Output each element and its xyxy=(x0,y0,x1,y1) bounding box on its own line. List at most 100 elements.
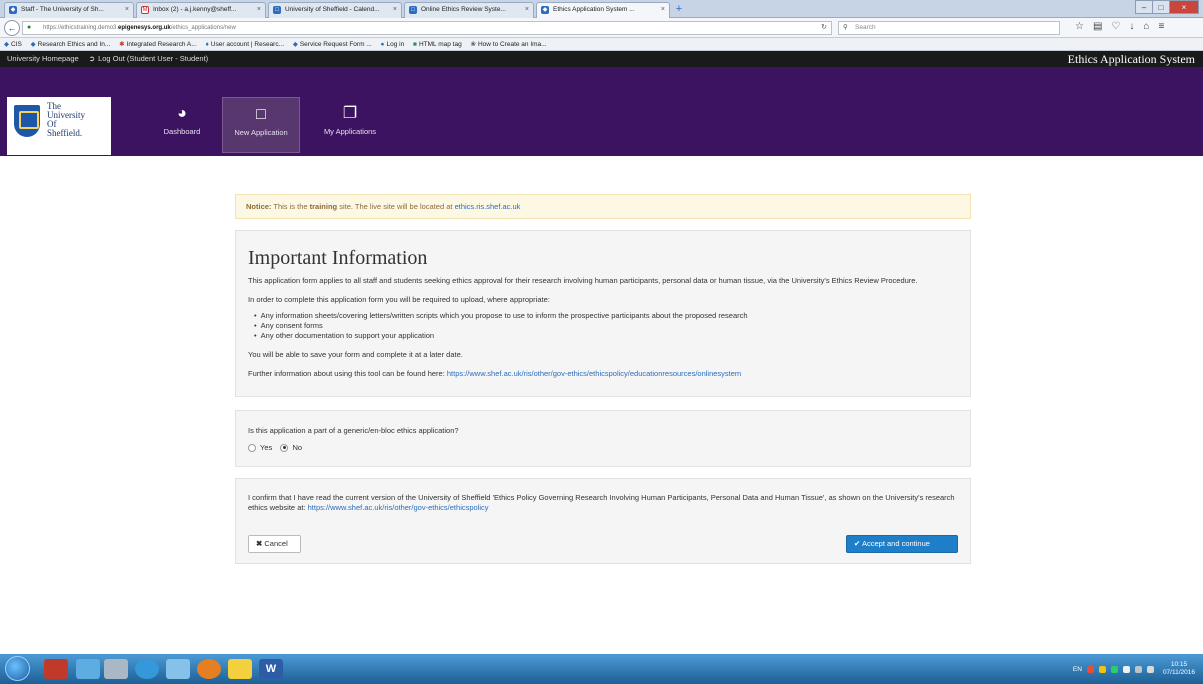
browser-toolbar: ☆ ▤ ♡ ↓ ⌂ ≡ xyxy=(1075,21,1164,32)
word-icon[interactable]: W xyxy=(259,659,283,679)
logout-icon: ➲ xyxy=(88,54,96,63)
radio-yes[interactable]: Yes xyxy=(248,443,272,452)
clock[interactable]: 10:15 07/11/2016 xyxy=(1163,661,1195,677)
bookmark-item[interactable]: ◆ CIS xyxy=(4,41,22,48)
network-icon[interactable] xyxy=(1134,665,1142,673)
address-bar[interactable]: ● https://ethicstraining.demo3.epigenesy… xyxy=(22,21,832,35)
accept-and-continue-button[interactable]: ✔ Accept and continue xyxy=(846,535,958,553)
nav-dashboard[interactable]: ◕ Dashboard xyxy=(153,97,211,153)
menu-icon[interactable]: ≡ xyxy=(1158,21,1164,32)
radio-circle-selected[interactable] xyxy=(280,443,289,452)
star-icon[interactable]: ☆ xyxy=(1075,21,1084,32)
clipboard-icon[interactable]: ▤ xyxy=(1093,21,1102,32)
browser-tab[interactable]: ◆ Staff - The University of Sh... × xyxy=(4,2,134,18)
bookmark-item[interactable]: ● Log in xyxy=(381,41,405,48)
browser-tab[interactable]: □ Online Ethics Review Syste... × xyxy=(404,2,534,18)
bookmark-item[interactable]: ◆ Research Ethics and In... xyxy=(31,41,111,48)
calendar-icon: □ xyxy=(273,6,281,14)
radio-circle[interactable] xyxy=(248,443,256,452)
university-logo[interactable]: The University Of Sheffield. xyxy=(7,97,111,155)
university-homepage-link[interactable]: University Homepage xyxy=(7,54,79,63)
tray-icon[interactable] xyxy=(1098,665,1106,673)
tray-icon[interactable] xyxy=(1122,665,1130,673)
close-icon[interactable]: × xyxy=(393,3,397,17)
shield-icon: ◆ xyxy=(541,6,549,14)
tray-icon[interactable] xyxy=(1086,665,1094,673)
outlook-icon[interactable] xyxy=(166,659,190,679)
firefox-icon[interactable] xyxy=(197,659,221,679)
browser-tab-label: Staff - The University of Sh... xyxy=(21,6,104,13)
maximize-button[interactable]: □ xyxy=(1152,0,1170,14)
browser-tab[interactable]: □ University of Sheffield - Calend... × xyxy=(268,2,402,18)
star-icon: ✱ xyxy=(119,41,125,48)
nav-label: Dashboard xyxy=(163,127,201,136)
confirmation-text: I confirm that I have read the current v… xyxy=(248,493,955,512)
cancel-button[interactable]: ✖ Cancel xyxy=(248,535,301,553)
tray-icon[interactable] xyxy=(1110,665,1118,673)
document-icon[interactable] xyxy=(104,659,128,679)
bookmark-item[interactable]: ♦ User account | Researc... xyxy=(205,41,284,48)
training-notice: Notice: This is the training site. The l… xyxy=(235,194,971,219)
nav-my-applications[interactable]: ❐ My Applications xyxy=(309,97,391,153)
page-title: Important Information xyxy=(248,247,428,269)
info-paragraph: In order to complete this application fo… xyxy=(248,295,550,304)
file-icon: □ xyxy=(256,106,266,123)
list-item: Any other documentation to support your … xyxy=(254,331,958,341)
shield-icon: ◆ xyxy=(30,41,36,48)
download-icon[interactable]: ↓ xyxy=(1129,21,1134,32)
close-icon[interactable]: × xyxy=(525,3,529,17)
media-player-icon[interactable] xyxy=(44,659,68,679)
close-icon[interactable]: × xyxy=(661,3,665,17)
window-close-button[interactable]: × xyxy=(1169,0,1199,14)
close-icon[interactable]: × xyxy=(125,3,129,17)
language-indicator[interactable]: EN xyxy=(1073,666,1082,673)
search-input[interactable]: ⚲ Search xyxy=(838,21,1060,35)
explorer-icon[interactable] xyxy=(76,659,100,679)
new-tab-button[interactable]: + xyxy=(672,2,686,16)
live-site-link[interactable]: ethics.ris.shef.ac.uk xyxy=(455,202,521,211)
nav-label: New Application xyxy=(234,128,288,137)
confirmation-panel: I confirm that I have read the current v… xyxy=(235,478,971,564)
notice-prefix: Notice: xyxy=(246,202,272,211)
nav-new-application[interactable]: □ New Application xyxy=(222,97,300,153)
windows-taskbar: W EN 10:15 07/11/2016 xyxy=(0,654,1203,684)
radio-no[interactable]: No xyxy=(280,443,302,452)
browser-tab-label: University of Sheffield - Calend... xyxy=(285,6,380,13)
site-header: The University Of Sheffield. ◕ Dashboard… xyxy=(0,67,1203,156)
url-path: /ethics_applications/new xyxy=(170,25,236,31)
info-paragraph: Further information about using this too… xyxy=(248,369,742,378)
reload-icon[interactable]: ↻ xyxy=(821,22,827,34)
shield-icon: ◆ xyxy=(4,41,9,48)
close-icon[interactable]: × xyxy=(257,3,261,17)
minimize-button[interactable]: – xyxy=(1135,0,1153,14)
logout-link[interactable]: ➲ Log Out (Student User - Student) xyxy=(89,54,216,63)
back-button[interactable]: ← xyxy=(4,20,20,36)
check-icon: ✔ xyxy=(854,539,861,548)
start-button[interactable] xyxy=(5,656,30,681)
home-icon[interactable]: ⌂ xyxy=(1143,21,1149,32)
online-system-link[interactable]: https://www.shef.ac.uk/ris/other/gov-eth… xyxy=(447,369,741,378)
browser-tab[interactable]: M Inbox (2) - a.j.kenny@sheff... × xyxy=(136,2,266,18)
system-name: Ethics Application System xyxy=(1067,52,1195,66)
url-domain: epigenesys.org.uk xyxy=(118,25,171,31)
generic-application-panel: Is this application a part of a generic/… xyxy=(235,410,971,467)
bookmark-item[interactable]: ■ HTML map tag xyxy=(413,41,462,48)
logo-text: The University Of Sheffield. xyxy=(47,101,85,138)
browser-tab-active[interactable]: ◆ Ethics Application System ... × xyxy=(536,2,670,18)
bookmark-item[interactable]: ❀ How to Create an Ima... xyxy=(471,41,547,48)
upload-requirements-list: Any information sheets/covering letters/… xyxy=(254,311,958,341)
dashboard-icon: ◕ xyxy=(177,105,187,122)
pocket-icon[interactable]: ♡ xyxy=(1111,21,1120,32)
info-paragraph: This application form applies to all sta… xyxy=(248,276,918,285)
internet-explorer-icon[interactable] xyxy=(135,659,159,679)
folder-icon[interactable] xyxy=(228,659,252,679)
ethics-policy-link[interactable]: https://www.shef.ac.uk/ris/other/gov-eth… xyxy=(308,503,489,512)
browser-nav-bar: ← ● https://ethicstraining.demo3.epigene… xyxy=(0,18,1203,38)
close-icon: ✖ xyxy=(256,539,263,548)
important-information-panel: Important Information This application f… xyxy=(235,230,971,397)
volume-icon[interactable] xyxy=(1146,665,1154,673)
bookmark-item[interactable]: ◆ Service Request Form ... xyxy=(293,41,372,48)
bookmark-item[interactable]: ✱ Integrated Research A... xyxy=(119,41,197,48)
info-paragraph: You will be able to save your form and c… xyxy=(248,350,463,359)
nav-label: My Applications xyxy=(323,127,377,136)
